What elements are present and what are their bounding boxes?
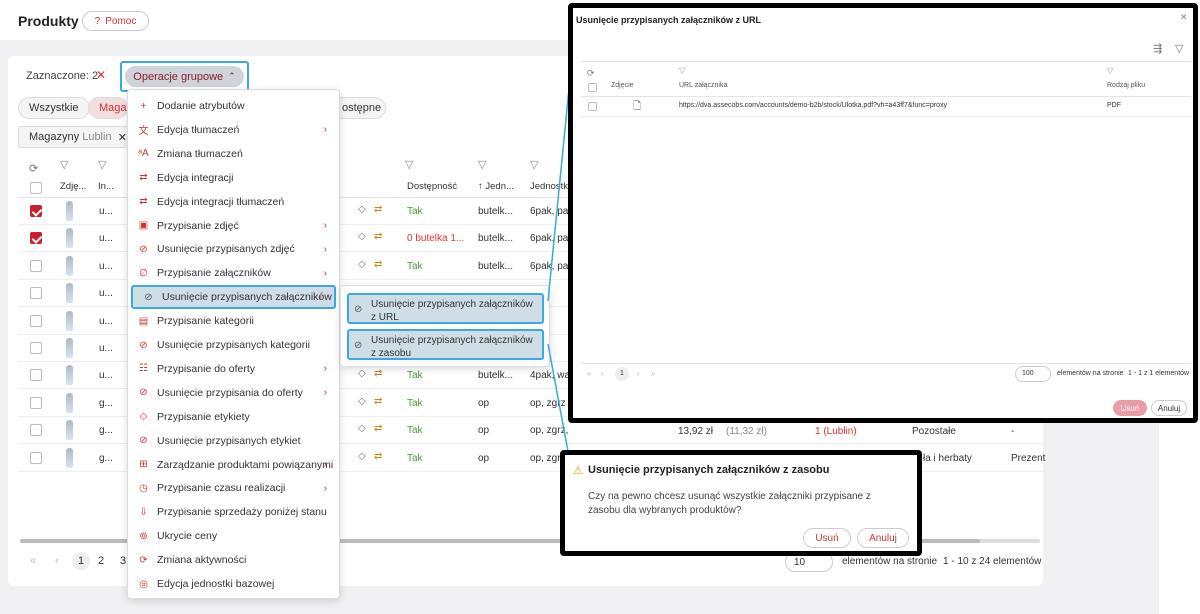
dialog-resource-message: Czy na pewno chcesz usunąć wszystkie zał… [588,491,871,516]
col-file-type: Rodzaj pliku [1107,82,1146,89]
filter-icon[interactable]: ▽ [1107,66,1113,75]
last-page-icon[interactable]: » [651,369,655,378]
row-checkbox[interactable] [588,102,597,111]
next-page-icon[interactable]: › [637,369,640,378]
warning-icon: ⚠ [573,465,583,477]
warehouse-stock: 1 (Lublin) [815,426,857,437]
dialog-url-table-header: ⟳ ▽ ▽ Zdjęcie URL załącznika Rodzaj plik… [581,61,1191,97]
page-1[interactable]: 1 [615,367,629,381]
last-column: - [1011,426,1015,437]
close-icon[interactable]: ✕ [1180,12,1188,23]
price: 13,92 zł [678,426,714,437]
cancel-button[interactable]: Anuluj [857,528,909,548]
delete-button[interactable]: Usuń [1113,400,1147,416]
cancel-button[interactable]: Anuluj [1151,400,1187,416]
file-type: PDF [1107,102,1121,109]
dialog-url-pagination [581,363,1191,364]
col-photo: Zdjęcie [611,82,634,89]
select-all-checkbox[interactable] [588,83,597,92]
arrow-to-resource-dialog [547,343,574,465]
filter-icon[interactable]: ▽ [1175,42,1183,55]
first-page-icon[interactable]: « [587,369,591,378]
table-row[interactable]: 🗋 https://dva.assecobs.com/accounts/demo… [581,97,1191,117]
remove-url-dialog: Usunięcie przypisanych załączników z URL… [568,3,1198,423]
last-column: Prezent [1011,453,1046,464]
row-extra-columns: 13,92 zł (11,32 zł) 1 (Lublin) Pozostałe - ła… [660,424,1045,464]
file-icon: 🗋 [633,101,642,112]
dialog-resource-title: Usunięcie przypisanych załączników z zas… [588,464,830,476]
per-page-select[interactable]: 100 [1015,366,1051,382]
columns-settings-icon[interactable]: ⇶ [1153,42,1162,55]
price-net: (11,32 zł) [726,426,767,437]
per-page-label: elementów na stronie [1057,370,1124,377]
col-url: URL załącznika [679,82,728,89]
category: ła i herbaty [923,453,972,464]
dialog-url-title: Usunięcie przypisanych załączników z URL [576,15,762,25]
filter-icon[interactable]: ▽ [679,66,685,75]
pagination-summary: 1 - 1 z 1 elementów [1128,370,1190,377]
per-page-value: 100 [1022,370,1034,377]
delete-button[interactable]: Usuń [803,528,851,548]
refresh-icon[interactable]: ⟳ [587,68,595,79]
category: Pozostałe [912,426,956,437]
remove-resource-dialog: ⚠ Usunięcie przypisanych załączników z z… [560,450,922,556]
prev-page-icon[interactable]: ‹ [601,369,604,378]
attachment-url: https://dva.assecobs.com/accounts/demo-b… [679,102,947,109]
